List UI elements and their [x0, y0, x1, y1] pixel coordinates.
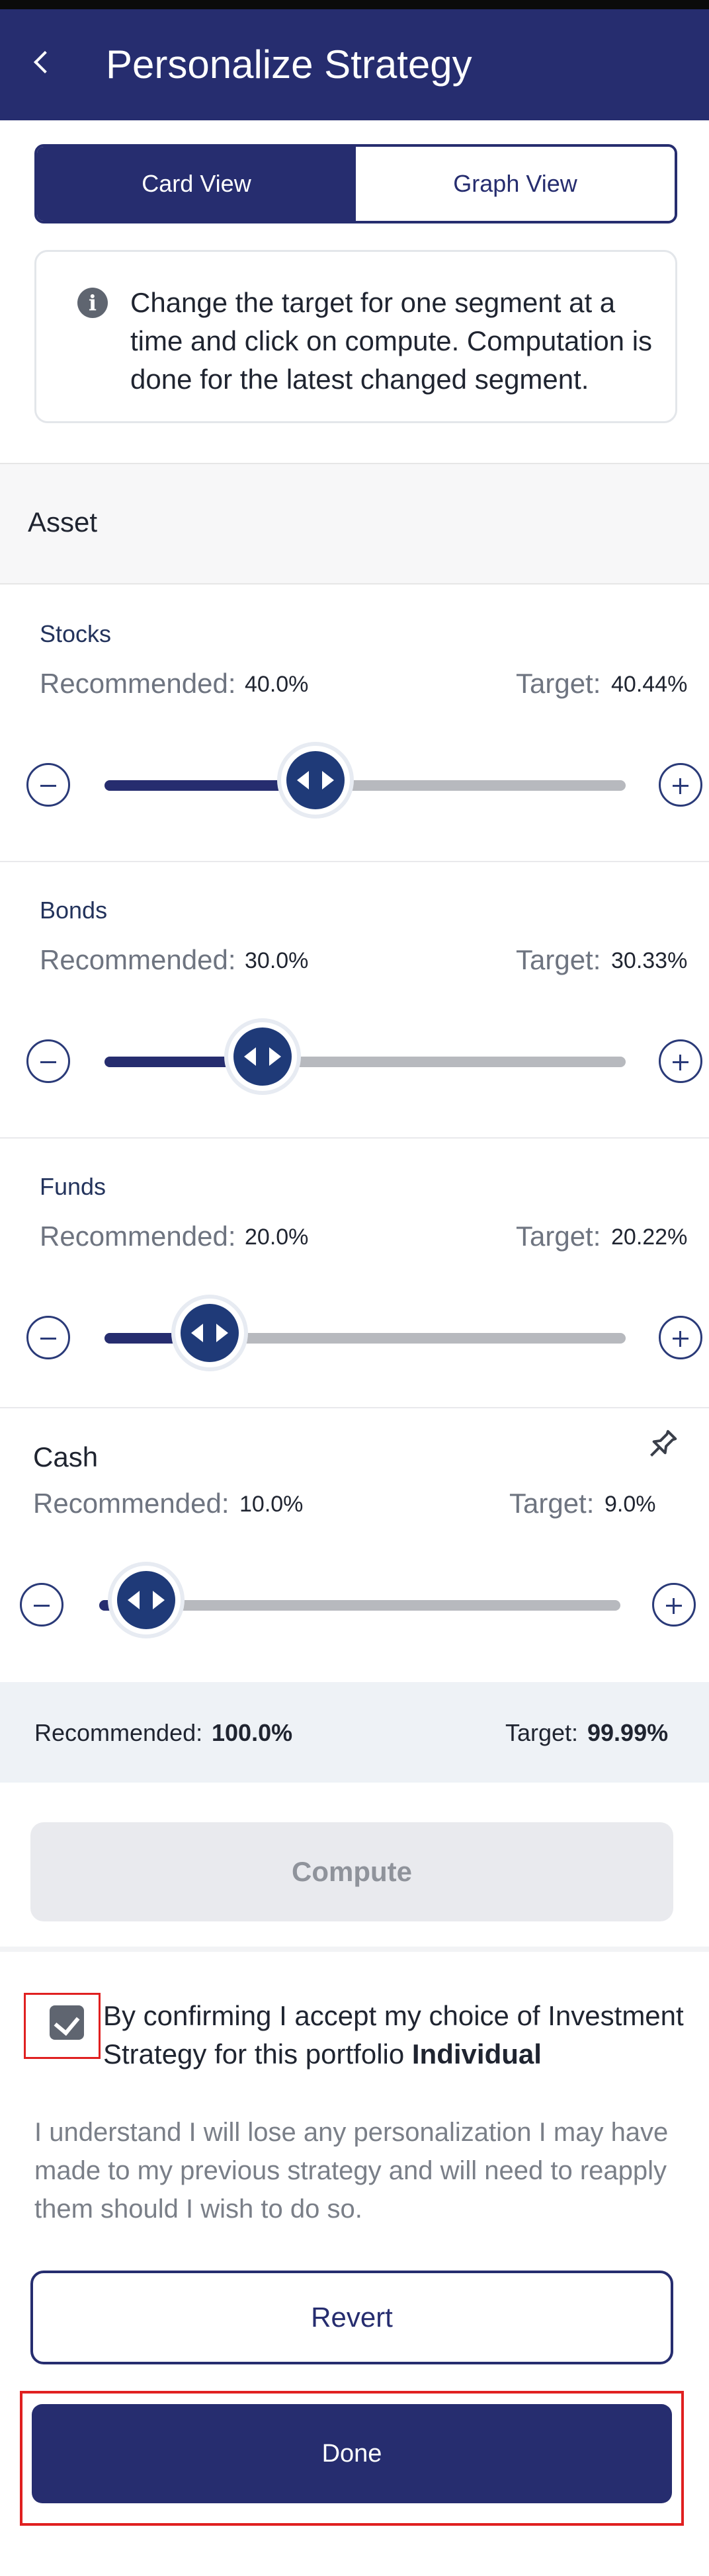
asset-name: Cash: [33, 1441, 99, 1472]
asset-card-stocks: Stocks Recommended: 40.0% Target: 40.44%: [0, 586, 709, 862]
asset-name: Stocks: [40, 620, 112, 647]
slider-thumb[interactable]: [228, 1022, 297, 1091]
recommended-label: Recommended:: [40, 668, 236, 699]
target-label: Target:: [516, 1221, 601, 1252]
recommended-value: 30.0%: [245, 948, 309, 973]
decrease-bonds-button[interactable]: [26, 1039, 70, 1083]
decrease-stocks-button[interactable]: [26, 763, 70, 807]
recommended-value: 40.0%: [245, 672, 309, 697]
decrease-cash-button[interactable]: [20, 1583, 63, 1627]
compute-button[interactable]: Compute: [30, 1822, 673, 1921]
increase-cash-button[interactable]: [652, 1583, 696, 1627]
slider-thumb[interactable]: [280, 746, 350, 815]
slider-track[interactable]: [99, 1566, 620, 1634]
revert-button[interactable]: Revert: [30, 2271, 673, 2364]
checkbox-checked-icon[interactable]: [50, 2005, 84, 2040]
total-recommended-label: Recommended:: [34, 1719, 203, 1746]
pin-icon[interactable]: [642, 1426, 681, 1465]
asset-card-funds: Funds Recommended: 20.0% Target: 20.22%: [0, 1139, 709, 1408]
slider-track[interactable]: [104, 1299, 626, 1367]
confirmation-text: By confirming I accept my choice of Inve…: [103, 1997, 698, 2073]
back-icon[interactable]: [26, 42, 60, 82]
tab-graph-view[interactable]: Graph View: [356, 147, 675, 221]
info-text: Change the target for one segment at a t…: [130, 287, 653, 395]
asset-name: Bonds: [40, 897, 108, 924]
target-value: 9.0%: [605, 1492, 656, 1517]
section-divider: [0, 1947, 709, 1952]
asset-header-label: Asset: [28, 506, 98, 538]
asset-card-cash: Cash Recommended: 10.0% Target: 9.0%: [0, 1408, 709, 1682]
info-icon: i: [77, 288, 108, 318]
target-value: 40.44%: [611, 672, 688, 697]
info-box: i Change the target for one segment at a…: [34, 250, 677, 423]
app-bar: Personalize Strategy: [0, 9, 709, 120]
total-target-label: Target:: [505, 1719, 579, 1746]
recommended-value: 10.0%: [239, 1492, 304, 1517]
slider-thumb[interactable]: [175, 1299, 245, 1367]
slider-thumb[interactable]: [111, 1566, 181, 1634]
status-bar: [0, 0, 709, 9]
slider-track[interactable]: [104, 746, 626, 815]
portfolio-name: Individual: [411, 2038, 542, 2070]
recommended-label: Recommended:: [40, 944, 236, 975]
done-button-highlight: Done: [20, 2391, 684, 2526]
slider-track[interactable]: [104, 1022, 626, 1091]
confirmation-statement: By confirming I accept my choice of Inve…: [103, 2000, 684, 2070]
page-title: Personalize Strategy: [106, 42, 472, 87]
recommended-value: 20.0%: [245, 1225, 309, 1250]
increase-funds-button[interactable]: [659, 1316, 702, 1359]
totals-row: Recommended: 100.0% Target: 99.99%: [0, 1682, 709, 1783]
target-value: 20.22%: [611, 1225, 688, 1250]
recommended-label: Recommended:: [40, 1221, 236, 1252]
total-recommended-value: 100.0%: [212, 1719, 293, 1746]
target-label: Target:: [509, 1488, 595, 1519]
recommended-label: Recommended:: [33, 1488, 229, 1519]
asset-header: Asset: [0, 463, 709, 584]
done-button[interactable]: Done: [32, 2404, 672, 2503]
target-label: Target:: [516, 944, 601, 975]
target-value: 30.33%: [611, 948, 688, 973]
disclaimer-text: I understand I will lose any personaliza…: [34, 2118, 669, 2224]
decrease-funds-button[interactable]: [26, 1316, 70, 1359]
confirm-checkbox-highlight: [24, 1993, 101, 2059]
increase-stocks-button[interactable]: [659, 763, 702, 807]
target-label: Target:: [516, 668, 601, 699]
asset-name: Funds: [40, 1173, 106, 1200]
increase-bonds-button[interactable]: [659, 1039, 702, 1083]
asset-card-bonds: Bonds Recommended: 30.0% Target: 30.33%: [0, 862, 709, 1139]
view-toggle: Card View Graph View: [34, 144, 677, 223]
tab-card-view[interactable]: Card View: [37, 147, 356, 221]
total-target-value: 99.99%: [587, 1719, 669, 1746]
